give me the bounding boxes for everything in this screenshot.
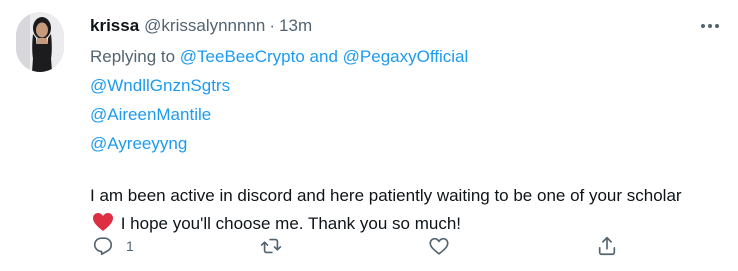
author-name[interactable]: krissa bbox=[90, 16, 139, 36]
tweet-text-part2: I hope you'll choose me. Thank you so mu… bbox=[116, 214, 462, 233]
share-button[interactable] bbox=[596, 232, 618, 260]
like-button[interactable] bbox=[428, 232, 462, 260]
like-icon bbox=[429, 237, 449, 255]
reply-count: 1 bbox=[126, 238, 134, 254]
reply-icon bbox=[93, 237, 113, 256]
retweet-icon bbox=[260, 238, 282, 254]
more-horizontal-icon bbox=[701, 24, 719, 28]
tweet-text-part1: I am been active in discord and here pat… bbox=[90, 186, 682, 205]
replying-prefix: Replying to bbox=[90, 47, 176, 66]
avatar[interactable] bbox=[16, 12, 64, 72]
replying-to: Replying to @TeeBeeCrypto and @PegaxyOff… bbox=[90, 42, 710, 71]
mention-link[interactable]: @WndllGnznSgtrs bbox=[90, 71, 710, 100]
tweet-actions: 1 bbox=[88, 232, 628, 260]
replying-and[interactable]: and bbox=[310, 47, 338, 66]
mention-link[interactable]: @Ayreeyyng bbox=[90, 129, 710, 158]
separator-dot: · bbox=[269, 16, 276, 35]
mention-link[interactable]: @PegaxyOfficial bbox=[343, 47, 469, 66]
mention-link[interactable]: @AireenMantile bbox=[90, 100, 710, 129]
tweet-header: krissa @krissalynnnnn · 13m bbox=[90, 14, 710, 38]
share-icon bbox=[598, 236, 616, 256]
more-options-button[interactable] bbox=[696, 16, 724, 36]
tweet-content: krissa @krissalynnnnn · 13m Replying to … bbox=[90, 14, 710, 241]
tweet-card[interactable]: krissa @krissalynnnnn · 13m Replying to … bbox=[0, 0, 738, 271]
avatar-photo bbox=[16, 12, 64, 72]
author-handle[interactable]: @krissalynnnnn bbox=[144, 16, 265, 36]
mention-link[interactable]: @TeeBeeCrypto bbox=[180, 47, 305, 66]
reply-button[interactable]: 1 bbox=[92, 232, 134, 260]
retweet-button[interactable] bbox=[260, 232, 294, 260]
timestamp[interactable]: 13m bbox=[279, 16, 312, 36]
